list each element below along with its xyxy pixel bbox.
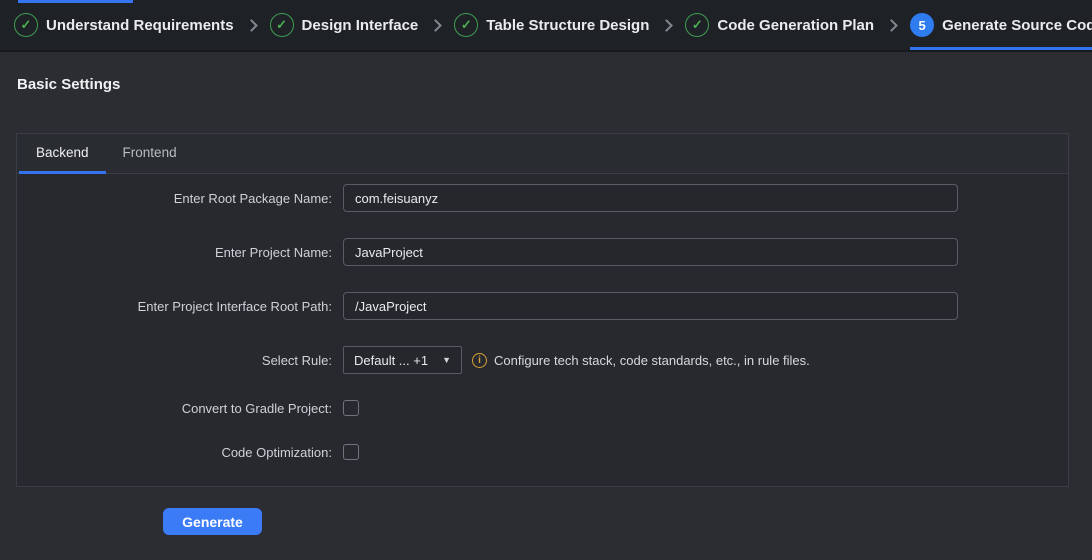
field-label: Code Optimization: [17,445,332,460]
page-title: Basic Settings [17,75,1076,95]
step-label: Understand Requirements [46,17,234,34]
stepper: ✓ Understand Requirements ✓ Design Inter… [14,0,1092,50]
chevron-right-icon [429,19,442,32]
form: Enter Root Package Name: Enter Project N… [17,174,1068,460]
interface-root-path-input[interactable] [343,292,958,320]
check-circle-icon: ✓ [270,13,294,37]
caret-down-icon: ▼ [442,355,451,365]
step-label: Table Structure Design [486,17,649,34]
rule-hint-text: Configure tech stack, code standards, et… [494,353,810,368]
field-label: Select Rule: [17,353,332,368]
chevron-right-icon [245,19,258,32]
step-label: Design Interface [302,17,419,34]
step-code-generation-plan[interactable]: ✓ Code Generation Plan [685,0,874,50]
step-label: Generate Source Code [942,17,1092,34]
step-label: Code Generation Plan [717,17,874,34]
step-understand-requirements[interactable]: ✓ Understand Requirements [14,0,234,50]
form-row-code-optimization: Code Optimization: [17,444,1068,460]
chevron-right-icon [885,19,898,32]
check-circle-icon: ✓ [685,13,709,37]
info-icon[interactable]: i [472,353,487,368]
form-row-gradle: Convert to Gradle Project: [17,400,1068,416]
root-package-name-input[interactable] [343,184,958,212]
check-circle-icon: ✓ [454,13,478,37]
step-design-interface[interactable]: ✓ Design Interface [270,0,419,50]
project-name-input[interactable] [343,238,958,266]
settings-panel: Backend Frontend Enter Root Package Name… [16,133,1069,487]
rule-select-value: Default ... +1 [354,353,428,368]
field-label: Enter Project Interface Root Path: [17,299,332,314]
field-label: Convert to Gradle Project: [17,401,332,416]
tab-bar: Backend Frontend [17,134,1068,174]
convert-to-gradle-checkbox[interactable] [343,400,359,416]
tab-backend[interactable]: Backend [19,134,106,174]
form-row-project-name: Enter Project Name: [17,238,1068,266]
rule-select[interactable]: Default ... +1 ▼ [343,346,462,374]
form-row-root-package: Enter Root Package Name: [17,184,1068,212]
field-label: Enter Root Package Name: [17,191,332,206]
code-optimization-checkbox[interactable] [343,444,359,460]
step-navigation-bar: ✓ Understand Requirements ✓ Design Inter… [0,0,1092,52]
rule-hint: i Configure tech stack, code standards, … [472,353,810,368]
step-number-badge: 5 [910,13,934,37]
top-accent-bar [18,0,133,3]
field-label: Enter Project Name: [17,245,332,260]
tab-frontend[interactable]: Frontend [106,134,194,174]
form-row-select-rule: Select Rule: Default ... +1 ▼ i Configur… [17,346,1068,374]
form-row-interface-root-path: Enter Project Interface Root Path: [17,292,1068,320]
main-content: Basic Settings Backend Frontend Enter Ro… [0,75,1092,535]
chevron-right-icon [660,19,673,32]
step-table-structure-design[interactable]: ✓ Table Structure Design [454,0,649,50]
check-circle-icon: ✓ [14,13,38,37]
step-generate-source-code[interactable]: 5 Generate Source Code i [910,0,1092,50]
generate-button[interactable]: Generate [163,508,262,535]
